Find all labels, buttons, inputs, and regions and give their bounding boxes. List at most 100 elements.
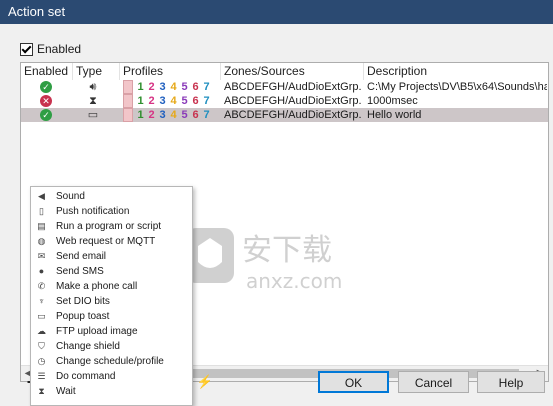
menu-item-label: Wait [56, 386, 76, 397]
profile-digit: 6 [192, 95, 199, 107]
profile-digit: 3 [159, 109, 166, 121]
menu-item-label: FTP upload image [56, 326, 138, 337]
menu-item-run-program[interactable]: ▤ Run a program or script [31, 219, 192, 234]
watermark-latin-text: anxz.com [246, 269, 342, 293]
profile-digit: 7 [203, 81, 210, 93]
zones-cell: ABCDEFGH/AudDioExtGrp... [224, 81, 362, 93]
menu-item-label: Do command [56, 371, 116, 382]
profile-digit: 2 [148, 95, 155, 107]
help-button[interactable]: Help [477, 371, 545, 393]
list-icon: ☰ [37, 371, 46, 381]
profile-digit: 4 [170, 81, 177, 93]
clock-icon: ◷ [37, 356, 46, 366]
window-title: Action set [8, 4, 66, 19]
watermark-logo: 安下载 anxz.com [186, 228, 342, 293]
profile-digit: 3 [159, 95, 166, 107]
profile-digit: 5 [181, 81, 188, 93]
table-row-selected[interactable]: ✓ ▭ 0 1 2 3 4 5 6 7 ABCDEFGH/AudDioExtGr… [21, 108, 548, 122]
menu-item-label: Change schedule/profile [56, 356, 164, 367]
column-header-profiles[interactable]: Profiles [120, 63, 221, 80]
menu-item-change-shield[interactable]: ⛉ Change shield [31, 339, 192, 354]
menu-item-ftp-upload[interactable]: ☁ FTP upload image [31, 324, 192, 339]
column-header-zones[interactable]: Zones/Sources [221, 63, 364, 80]
title-bar: Action set [0, 0, 553, 24]
globe-icon: ◍ [37, 236, 46, 246]
menu-item-label: Run a program or script [56, 221, 162, 232]
check-circle-icon: ✓ [40, 109, 52, 121]
menu-item-label: Web request or MQTT [56, 236, 156, 247]
pin-icon: ♆ [38, 296, 45, 306]
menu-item-label: Set DIO bits [56, 296, 110, 307]
column-header-type[interactable]: Type [73, 63, 120, 80]
hourglass-icon: ⧗ [89, 95, 97, 107]
profile-digit: 2 [148, 81, 155, 93]
profile-0-swatch: 0 [123, 94, 133, 108]
envelope-icon: ✉ [37, 251, 46, 261]
menu-item-label: Make a phone call [56, 281, 138, 292]
hourglass-icon: ⧗ [38, 386, 45, 396]
menu-item-label: Send email [56, 251, 107, 262]
zones-cell: ABCDEFGH/AudDioExtGrp... [224, 109, 362, 121]
shield-icon: ⛉ [38, 341, 45, 351]
zones-cell: ABCDEFGH/AudDioExtGrp... [224, 95, 362, 107]
profile-digit: 1 [137, 95, 144, 107]
description-cell: 1000msec [367, 95, 418, 107]
ok-button[interactable]: OK [318, 371, 389, 393]
menu-item-change-schedule[interactable]: ◷ Change schedule/profile [31, 354, 192, 369]
x-circle-icon: ✕ [40, 95, 52, 107]
column-header-enabled[interactable]: Enabled [21, 63, 73, 80]
menu-item-label: Sound [56, 191, 85, 202]
description-cell: Hello world [367, 109, 422, 121]
profile-digit: 1 [137, 81, 144, 93]
monitor-icon: ▭ [87, 109, 99, 121]
profiles-cell: 0 1 2 3 4 5 6 7 [123, 80, 212, 94]
menu-item-label: Popup toast [56, 311, 110, 322]
speaker-icon: ◀︎ [38, 191, 45, 201]
check-circle-icon: ✓ [40, 81, 52, 93]
menu-item-sound[interactable]: ◀︎ Sound [31, 189, 192, 204]
profile-digit: 7 [203, 109, 210, 121]
profiles-cell: 0 1 2 3 4 5 6 7 [123, 108, 212, 122]
menu-item-wait[interactable]: ⧗ Wait [31, 384, 192, 399]
add-action-menu: ◀︎ Sound ▯ Push notification ▤ Run a pro… [30, 186, 193, 406]
cancel-button[interactable]: Cancel [398, 371, 469, 393]
chat-icon: ● [38, 266, 45, 276]
checkbox-mark[interactable] [20, 42, 33, 56]
profile-digit: 5 [181, 109, 188, 121]
profile-digit: 1 [137, 109, 144, 121]
test-run-icon[interactable]: ⚡ [195, 372, 215, 392]
list-header: Enabled Type Profiles Zones/Sources Desc… [21, 63, 548, 80]
profile-0-swatch: 0 [123, 108, 133, 122]
menu-item-label: Send SMS [56, 266, 104, 277]
upload-icon: ☁ [37, 326, 46, 336]
profile-digit: 6 [192, 81, 199, 93]
menu-item-label: Change shield [56, 341, 120, 352]
script-icon: ▤ [37, 221, 46, 231]
menu-item-popup-toast[interactable]: ▭ Popup toast [31, 309, 192, 324]
menu-item-set-dio-bits[interactable]: ♆ Set DIO bits [31, 294, 192, 309]
phone-icon: ▯ [39, 206, 44, 216]
watermark-cn-text: 安下载 [242, 233, 332, 268]
profiles-cell: 0 1 2 3 4 5 6 7 [123, 94, 212, 108]
table-row[interactable]: ✕ ⧗ 0 1 2 3 4 5 6 7 ABCDEFGH/AudDioExtGr… [21, 94, 548, 108]
speaker-icon: 🔊︎ [89, 81, 97, 93]
profile-digit: 6 [192, 109, 199, 121]
menu-item-push-notification[interactable]: ▯ Push notification [31, 204, 192, 219]
menu-item-send-sms[interactable]: ● Send SMS [31, 264, 192, 279]
profile-digit: 4 [170, 109, 177, 121]
description-cell: C:\My Projects\DV\B5\x64\Sounds\ha [367, 81, 547, 93]
profile-digit: 5 [181, 95, 188, 107]
handset-icon: ✆ [37, 281, 46, 291]
menu-item-phone-call[interactable]: ✆ Make a phone call [31, 279, 192, 294]
menu-item-do-command[interactable]: ☰ Do command [31, 369, 192, 384]
table-row[interactable]: ✓ 🔊︎ 0 1 2 3 4 5 6 7 ABCDEFGH/AudDioExtG… [21, 80, 548, 94]
menu-item-label: Push notification [56, 206, 130, 217]
profile-0-swatch: 0 [123, 80, 133, 94]
menu-item-send-email[interactable]: ✉ Send email [31, 249, 192, 264]
dialog-body: Enabled Enabled Type Profiles Zones/Sour… [0, 24, 553, 406]
profile-digit: 3 [159, 81, 166, 93]
menu-item-web-request[interactable]: ◍ Web request or MQTT [31, 234, 192, 249]
profile-digit: 2 [148, 109, 155, 121]
column-header-description[interactable]: Description [364, 63, 548, 80]
enabled-checkbox[interactable]: Enabled [20, 41, 81, 57]
